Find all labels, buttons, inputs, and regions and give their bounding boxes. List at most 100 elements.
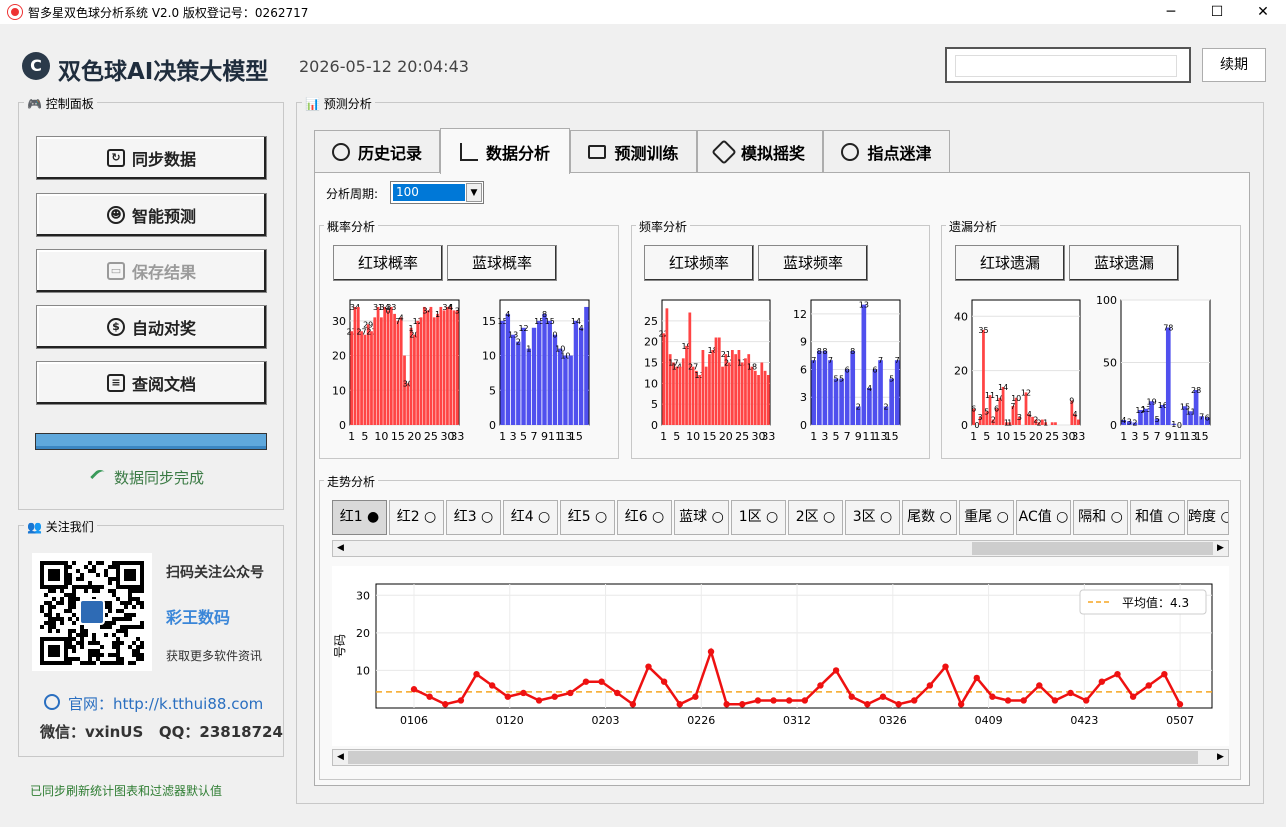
- trend-tab[interactable]: 隔和 ○: [1073, 500, 1128, 535]
- qr-module: [84, 633, 88, 637]
- app-logo-icon: C: [22, 52, 50, 80]
- trend-tab[interactable]: 红5 ○: [560, 500, 615, 535]
- qr-module: [52, 597, 56, 601]
- trend-tab[interactable]: 尾数 ○: [902, 500, 957, 535]
- tab-simulate[interactable]: 模拟摇奖: [697, 130, 823, 173]
- qr-module: [124, 601, 128, 605]
- trend-tab[interactable]: 红2 ○: [389, 500, 444, 535]
- x-tick-label: 1: [499, 430, 506, 443]
- tab-guidance[interactable]: 指点迷津: [823, 130, 950, 173]
- qr-module: [56, 613, 60, 617]
- qr-module: [128, 589, 132, 593]
- scroll-right-icon[interactable]: ▶: [1213, 541, 1228, 556]
- scroll-left-icon[interactable]: ◀: [333, 541, 348, 556]
- trend-tab[interactable]: 红6 ○: [617, 500, 672, 535]
- trend-tab[interactable]: 蓝球 ○: [674, 500, 729, 535]
- trend-point: [879, 693, 887, 700]
- trend-tab[interactable]: 跨度 ○: [1187, 500, 1229, 535]
- scroll-right-icon[interactable]: ▶: [1213, 750, 1228, 765]
- renew-button[interactable]: 续期: [1202, 48, 1266, 82]
- qr-module: [40, 605, 44, 609]
- x-tick-label: 1: [970, 430, 977, 443]
- qr-module: [72, 593, 76, 597]
- sync-data-button[interactable]: ↻ 同步数据: [36, 136, 267, 180]
- view-docs-button[interactable]: ≡ 查阅文档: [36, 361, 267, 405]
- tab-data-analysis[interactable]: 数据分析: [440, 128, 570, 174]
- trend-chart-scrollbar[interactable]: ◀ ▶: [332, 749, 1229, 766]
- trend-tab[interactable]: AC值 ○: [1016, 500, 1071, 535]
- qr-module: [128, 617, 132, 621]
- maximize-button[interactable]: ☐: [1194, 0, 1240, 24]
- bar: [373, 317, 377, 425]
- laptop-icon: [588, 145, 607, 159]
- qr-module: [72, 589, 76, 593]
- blue-miss-button[interactable]: 蓝球遗漏: [1069, 245, 1179, 281]
- bar-label: 8: [850, 347, 855, 356]
- scroll-thumb[interactable]: [972, 542, 1213, 555]
- license-input[interactable]: [955, 55, 1177, 77]
- qr-module: [108, 589, 112, 593]
- trend-tab[interactable]: 2区 ○: [788, 500, 843, 535]
- trend-point: [754, 697, 762, 704]
- trend-tab[interactable]: 红3 ○: [446, 500, 501, 535]
- current-datetime: 2026-05-12 20:04:43: [299, 57, 469, 76]
- qr-module: [52, 589, 56, 593]
- trend-tab[interactable]: 3区 ○: [845, 500, 900, 535]
- qr-module: [132, 589, 136, 593]
- qr-module: [96, 653, 100, 657]
- trend-tab[interactable]: 红1 ●: [332, 500, 387, 535]
- chevron-down-icon[interactable]: ▼: [466, 183, 482, 202]
- qr-finder: [48, 569, 60, 581]
- bar: [878, 360, 883, 425]
- qr-module: [140, 605, 144, 609]
- bar: [426, 310, 430, 425]
- qr-module: [68, 661, 72, 665]
- bar: [547, 320, 552, 425]
- trend-tab[interactable]: 重尾 ○: [959, 500, 1014, 535]
- qr-module: [136, 645, 140, 649]
- y-axis-label: 号码: [333, 634, 347, 658]
- scroll-thumb[interactable]: [348, 751, 1198, 764]
- period-select[interactable]: 100 ▼: [390, 181, 484, 204]
- qr-module: [128, 593, 132, 597]
- blue-freq-button[interactable]: 蓝球频率: [758, 245, 868, 281]
- bar: [531, 327, 537, 425]
- x-tick-label: 7: [531, 430, 538, 443]
- blue-prob-button[interactable]: 蓝球概率: [447, 245, 557, 281]
- qr-module: [88, 581, 92, 585]
- bar-label: 1: [435, 310, 440, 319]
- bar: [455, 310, 459, 425]
- x-tick-label: 0106: [400, 714, 428, 727]
- trend-point: [707, 648, 715, 655]
- red-miss-button[interactable]: 红球遗漏: [955, 245, 1065, 281]
- close-button[interactable]: ✕: [1240, 0, 1286, 24]
- tab-history[interactable]: 历史记录: [314, 130, 440, 173]
- qr-module: [80, 625, 84, 629]
- qr-module: [72, 585, 76, 589]
- bar: [439, 306, 443, 425]
- trend-tab[interactable]: 1区 ○: [731, 500, 786, 535]
- qr-module: [108, 581, 112, 585]
- trend-point: [676, 701, 683, 708]
- blue-missing-chart: 0501004 3 2121319516781 01511287 61 3 5 7 9 11131…: [1091, 292, 1220, 447]
- scroll-left-icon[interactable]: ◀: [333, 750, 348, 765]
- website-link[interactable]: 官网：http://k.tthui88.com: [68, 693, 263, 714]
- smart-predict-button[interactable]: ☻ 智能预测: [36, 193, 267, 237]
- red-prob-button[interactable]: 红球概率: [333, 245, 443, 281]
- trend-tab[interactable]: 和值 ○: [1130, 500, 1185, 535]
- red-freq-button[interactable]: 红球频率: [644, 245, 754, 281]
- tab-training[interactable]: 预测训练: [570, 130, 697, 173]
- trend-point: [1004, 697, 1012, 704]
- trend-point: [645, 663, 652, 670]
- qr-module: [84, 565, 88, 569]
- bar-label: 7: [1199, 412, 1204, 421]
- qr-module: [88, 641, 92, 645]
- trend-tab[interactable]: 红4 ○: [503, 500, 558, 535]
- trend-tabs-scrollbar[interactable]: ◀ ▶: [332, 540, 1229, 557]
- auto-check-button[interactable]: $ 自动对奖: [36, 305, 267, 349]
- bar: [1193, 390, 1199, 425]
- qr-module: [116, 609, 120, 613]
- save-results-button[interactable]: ▭ 保存结果: [36, 249, 267, 293]
- y-tick-label: 0: [961, 419, 968, 432]
- minimize-button[interactable]: ─: [1148, 0, 1194, 24]
